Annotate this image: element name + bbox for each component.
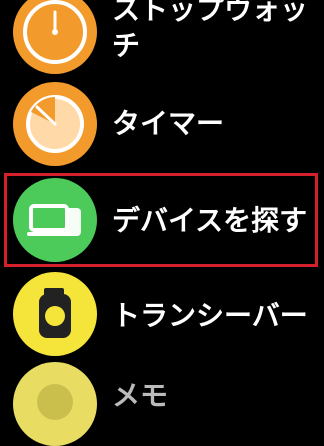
app-row-walkie-talkie[interactable]: トランシーバー bbox=[0, 270, 324, 360]
app-row-stopwatch[interactable]: ストップウォッチ bbox=[0, 0, 324, 74]
app-label-find-devices: デバイスを探す bbox=[112, 204, 308, 237]
app-label-timer: タイマー bbox=[112, 107, 225, 140]
stopwatch-icon bbox=[13, 0, 97, 74]
app-row-find-devices[interactable]: デバイスを探す bbox=[0, 176, 324, 266]
app-row-partial[interactable]: メモ bbox=[0, 360, 324, 446]
app-label-stopwatch: ストップウォッチ bbox=[112, 0, 309, 62]
find-devices-icon bbox=[13, 178, 97, 262]
app-row-timer[interactable]: タイマー bbox=[0, 80, 324, 170]
app-icon bbox=[13, 362, 97, 446]
app-label-partial: メモ bbox=[112, 379, 169, 412]
timer-icon bbox=[13, 82, 97, 166]
walkie-talkie-icon bbox=[13, 272, 97, 356]
app-label-walkie-talkie: トランシーバー bbox=[112, 299, 308, 332]
